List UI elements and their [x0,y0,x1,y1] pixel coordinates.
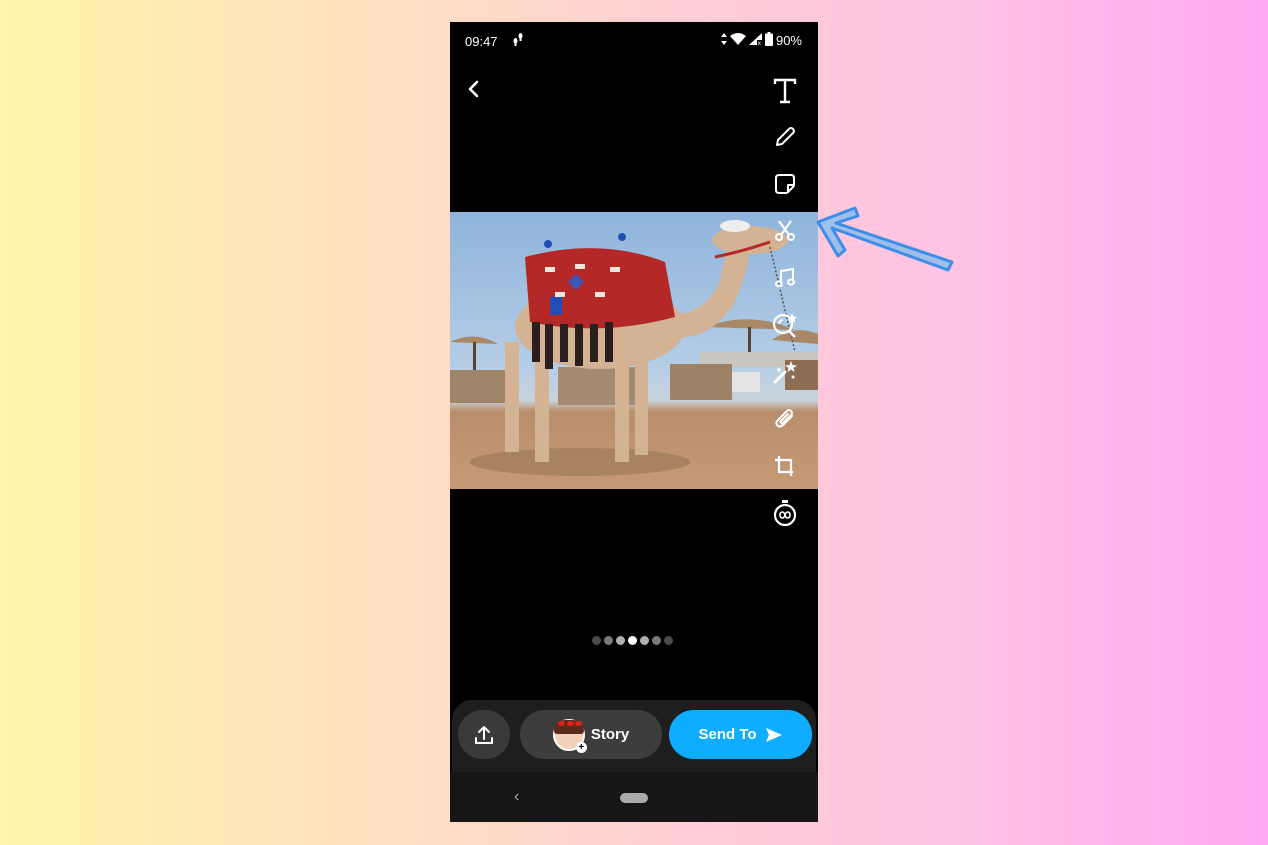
scissors-icon [775,220,795,241]
timer-infinity-icon [773,500,797,527]
crop-icon [775,456,793,476]
battery-percent: 90% [775,33,802,48]
pager-dot[interactable] [616,636,625,645]
status-time: 09:47 [465,34,498,49]
data-arrows-icon [720,33,727,48]
lens-tool[interactable] [768,308,802,342]
pencil-icon [776,127,795,146]
crop-tool[interactable] [768,449,802,483]
chevron-left-icon [468,80,479,98]
pager-dot-active[interactable] [628,636,637,645]
upload-button[interactable] [458,710,510,759]
pager-dot[interactable] [664,636,673,645]
paperclip-icon [775,409,793,428]
text-tool[interactable] [768,74,802,108]
pager-dot[interactable] [640,636,649,645]
annotation-arrow-icon [816,206,954,272]
send-to-button[interactable]: Send To [669,710,812,759]
magic-wand-icon [773,361,797,384]
avatar: + [552,718,587,753]
scissors-tool[interactable] [768,214,802,248]
upload-icon [475,725,493,744]
attachment-tool[interactable] [768,402,802,436]
signal-icon: x [748,33,762,48]
bottom-action-bar: + Story Send To [452,700,816,772]
text-icon [773,78,797,104]
system-nav-bar: ‹ [450,772,818,822]
back-button[interactable] [464,78,484,100]
story-label: Story [590,726,630,743]
send-arrow-icon [765,727,782,742]
battery-icon [764,32,773,49]
timer-tool[interactable] [768,496,802,530]
send-to-label: Send To [698,726,757,743]
lens-search-icon [772,313,797,338]
music-tool[interactable] [768,261,802,295]
status-bar: 09:47 x 90% [450,22,818,60]
wifi-icon [729,33,746,48]
pager-dot[interactable] [592,636,601,645]
nav-back-button[interactable]: ‹ [514,788,519,806]
music-note-icon [775,267,795,288]
story-button[interactable]: + Story [520,710,662,759]
add-plus-icon: + [575,741,587,753]
filter-pager[interactable] [592,636,673,645]
camel-photo [450,220,818,476]
sticker-icon [775,174,795,194]
pager-dot[interactable] [652,636,661,645]
phone-screen: 09:47 x 90% + Story Send To ‹ [450,22,818,822]
photo-preview[interactable] [450,212,818,489]
pager-dot[interactable] [604,636,613,645]
svg-text:x: x [757,40,761,45]
draw-tool[interactable] [768,120,802,154]
sticker-tool[interactable] [768,167,802,201]
footsteps-icon [512,32,524,49]
magic-tool[interactable] [768,355,802,389]
nav-home-pill[interactable] [620,793,648,803]
